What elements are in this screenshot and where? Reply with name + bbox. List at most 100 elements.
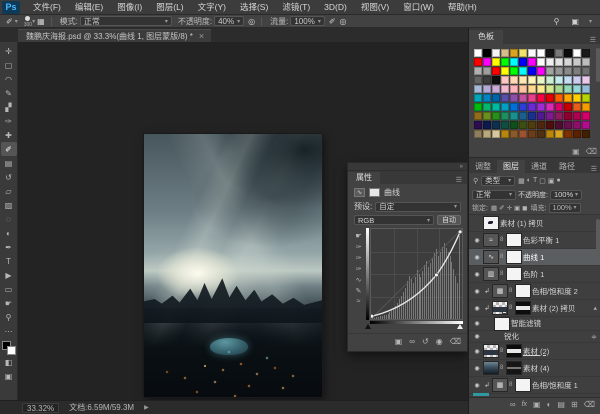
layer-mask-thumbnail[interactable] (516, 379, 530, 391)
color-swatch[interactable] (555, 94, 563, 102)
color-swatch[interactable] (492, 130, 500, 138)
color-swatch[interactable] (483, 130, 491, 138)
layer-mask-thumbnail[interactable] (507, 362, 521, 374)
curve-point[interactable] (371, 314, 374, 318)
tab-paths[interactable]: 路径 (553, 160, 581, 173)
mask-link-icon[interactable]: 8 (509, 382, 514, 388)
color-swatch[interactable] (519, 76, 527, 84)
filter-options-icon[interactable]: ≑ (591, 333, 599, 341)
pen-tool-icon[interactable]: ✒ (1, 240, 17, 254)
color-swatch[interactable] (528, 85, 536, 93)
gradient-tool-icon[interactable]: ▨ (1, 198, 17, 212)
color-swatch[interactable] (537, 58, 545, 66)
color-swatch[interactable] (564, 85, 572, 93)
tab-properties[interactable]: 属性 (348, 172, 380, 184)
status-chevron-icon[interactable]: ▶ (144, 404, 149, 411)
color-swatch[interactable] (492, 58, 500, 66)
menu-item-7[interactable]: 3D(D) (317, 0, 354, 15)
color-swatch[interactable] (537, 67, 545, 75)
tab-swatches[interactable]: 色板 (469, 30, 503, 44)
color-swatch[interactable] (474, 94, 482, 102)
curve-line[interactable] (371, 229, 462, 319)
color-swatch[interactable] (537, 112, 545, 120)
color-swatch[interactable] (546, 130, 554, 138)
add-mask-icon[interactable]: ▣ (533, 400, 541, 409)
hand-tool-icon[interactable]: ☛ (1, 296, 17, 310)
color-swatch[interactable] (528, 49, 536, 57)
color-swatch[interactable] (501, 94, 509, 102)
layer-effects-icon[interactable]: fx (522, 401, 527, 408)
document-canvas-image[interactable] (144, 134, 322, 397)
color-swatch[interactable] (501, 85, 509, 93)
clone-stamp-tool-icon[interactable]: ▤ (1, 156, 17, 170)
auto-button[interactable]: 自动 (437, 215, 461, 225)
layer-row[interactable]: 素材 (1) 拷贝 (469, 215, 600, 232)
color-swatch[interactable] (510, 103, 518, 111)
mask-link-icon[interactable]: 8 (500, 254, 505, 260)
white-input-slider[interactable] (457, 324, 463, 329)
curve-graph[interactable] (370, 228, 463, 320)
new-group-icon[interactable]: ▤ (557, 400, 565, 409)
layer-visibility-eye-icon[interactable]: ◉ (472, 305, 482, 312)
delete-adjustment-icon[interactable]: ⌫ (450, 337, 461, 346)
color-swatch[interactable] (492, 76, 500, 84)
color-swatch[interactable] (501, 103, 509, 111)
collapse-panel-icon[interactable]: » (460, 164, 463, 170)
layer-row[interactable]: ◉↲8素材 (2) 拷贝▴ (469, 300, 600, 317)
clip-to-layer-icon[interactable]: ▣ (395, 337, 403, 346)
layer-mask-thumbnail[interactable] (507, 268, 521, 280)
color-swatch[interactable] (564, 76, 572, 84)
layer-name[interactable]: 素材 (2) (523, 346, 549, 357)
curves-icon[interactable]: ∿ (484, 251, 498, 263)
color-swatch[interactable] (528, 121, 536, 129)
layer-row[interactable]: ◉锐化≑ (469, 331, 600, 343)
color-swatch[interactable] (510, 58, 518, 66)
menu-item-5[interactable]: 选择(S) (233, 0, 275, 15)
tool-preset-arrow[interactable]: ▾ (15, 18, 18, 25)
menu-item-2[interactable]: 图像(I) (110, 0, 149, 15)
color-swatch[interactable] (474, 76, 482, 84)
hue-saturation-icon[interactable]: ▦ (493, 285, 507, 297)
color-swatch[interactable] (582, 94, 590, 102)
color-swatch[interactable] (573, 94, 581, 102)
fill-select[interactable]: 100% ▾ (549, 203, 581, 213)
eraser-tool-icon[interactable]: ▱ (1, 184, 17, 198)
history-brush-tool-icon[interactable]: ↺ (1, 170, 17, 184)
view-previous-state-icon[interactable]: ∞ (409, 337, 415, 346)
eyedropper-tool-icon[interactable]: ✑ (1, 114, 17, 128)
preset-select[interactable]: 自定 ▾ (375, 202, 461, 212)
color-balance-icon[interactable]: ≈ (484, 234, 498, 246)
color-swatch[interactable] (528, 67, 536, 75)
color-swatch[interactable] (483, 76, 491, 84)
layer-mask-thumbnail[interactable] (495, 318, 509, 330)
workspace-switcher-icon[interactable]: ▣ (569, 17, 581, 26)
white-point-eyedropper-icon[interactable]: ✑ (356, 265, 362, 273)
color-swatch[interactable] (537, 85, 545, 93)
visibility-icon[interactable]: ◉ (436, 337, 443, 346)
color-swatch[interactable] (564, 121, 572, 129)
color-swatch[interactable] (546, 67, 554, 75)
menu-item-6[interactable]: 滤镜(T) (275, 0, 317, 15)
layer-mask-thumbnail[interactable] (507, 234, 521, 246)
color-swatch[interactable] (501, 130, 509, 138)
layer-row[interactable]: ◉8素材 (4) (469, 360, 600, 377)
panel-menu-icon[interactable]: ☰ (591, 165, 600, 173)
color-swatch[interactable] (573, 121, 581, 129)
lock-position-icon[interactable]: ✛ (506, 204, 513, 212)
toggle-brush-panel-icon[interactable]: ▦ (35, 17, 47, 26)
layer-row[interactable]: ◉∿8曲线 1 (469, 249, 600, 266)
screen-mode-icon[interactable]: ▣ (1, 369, 17, 383)
edit-curve-points-icon[interactable]: ∿ (356, 276, 362, 284)
layer-name[interactable]: 智能滤镜 (511, 318, 541, 329)
color-swatch[interactable] (483, 85, 491, 93)
color-swatch[interactable] (546, 103, 554, 111)
color-swatch[interactable] (582, 112, 590, 120)
color-swatch[interactable] (483, 49, 491, 57)
levels-icon[interactable]: ▥ (484, 268, 498, 280)
brush-tool-icon[interactable]: ✐ (1, 142, 17, 156)
mask-link-icon[interactable]: 8 (500, 365, 505, 371)
color-swatch[interactable] (564, 49, 572, 57)
edit-toolbar-icon[interactable]: ⋯ (1, 324, 17, 338)
color-swatch[interactable] (510, 67, 518, 75)
layer-visibility-eye-icon[interactable]: ◉ (472, 333, 482, 340)
